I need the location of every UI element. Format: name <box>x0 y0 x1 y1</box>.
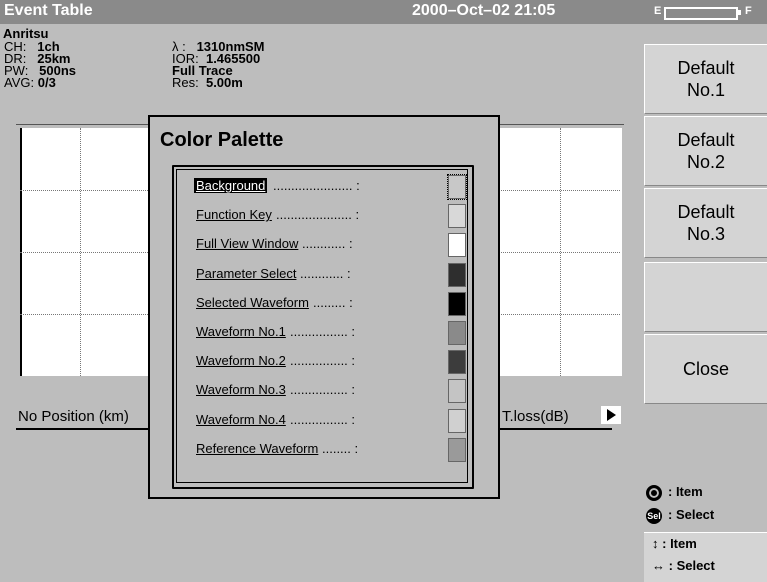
color-swatch[interactable] <box>448 291 466 316</box>
dialog-title: Color Palette <box>160 129 284 151</box>
color-swatch[interactable] <box>448 437 466 462</box>
left-right-arrow-icon: ↔ <box>652 558 665 573</box>
color-swatch[interactable] <box>448 408 466 433</box>
battery-full-label: F <box>745 5 752 17</box>
palette-row[interactable]: Waveform No.3................ : <box>196 379 466 404</box>
palette-item-leader: ............ : <box>302 236 353 252</box>
palette-row[interactable]: Function Key..................... : <box>196 204 466 229</box>
battery-nub <box>738 10 741 15</box>
softkey-label: Default No.1 <box>677 58 735 100</box>
color-swatch[interactable] <box>448 321 466 345</box>
palette-item-label: Full View Window <box>196 236 299 252</box>
softkey-label: Default No.3 <box>677 202 735 244</box>
palette-item-label: Selected Waveform <box>196 294 309 310</box>
palette-item-leader: ................ : <box>290 324 356 339</box>
palette-item-leader: ........ : <box>322 440 359 456</box>
hint-leftright: ↔ : Select <box>652 558 715 573</box>
rotary-knob-icon <box>646 484 662 501</box>
palette-row[interactable]: Waveform No.4................ : <box>196 408 466 433</box>
palette-item-leader: ................ : <box>290 382 356 398</box>
palette-item-leader: ............ : <box>300 265 351 281</box>
color-swatch[interactable] <box>448 350 466 375</box>
column-no-position: No Position (km) <box>18 408 129 425</box>
palette-row[interactable]: Background ...................... : <box>194 174 467 200</box>
scroll-right-button[interactable] <box>601 406 621 424</box>
legend-item: : Item <box>646 484 703 501</box>
params-right: λ : 1310nmSM IOR: 1.465500 Full Trace Re… <box>172 40 372 90</box>
softkey-label: Close <box>682 359 730 379</box>
color-swatch[interactable] <box>448 379 466 404</box>
battery-indicator: E F <box>654 5 754 20</box>
battery-empty-label: E <box>654 5 662 17</box>
up-down-arrow-icon: ↕ <box>652 536 659 551</box>
triangle-right-icon <box>607 409 616 421</box>
palette-item-label: Waveform No.2 <box>196 353 286 369</box>
title-bar: Event Table 2000–Oct–02 21:05 E F <box>0 0 767 24</box>
hint-updown: ↕ : Item <box>652 536 697 551</box>
palette-row[interactable]: Selected Waveform......... : <box>196 291 466 316</box>
palette-row[interactable]: Parameter Select............ : <box>196 262 466 287</box>
color-swatch[interactable] <box>447 174 467 200</box>
palette-row[interactable]: Full View Window............ : <box>196 233 466 258</box>
color-swatch[interactable] <box>448 262 466 287</box>
palette-item-leader: ..................... : <box>276 207 360 223</box>
res-label: Res: <box>172 75 199 90</box>
hint-updown-text: : Item <box>662 536 697 551</box>
palette-item-leader: ...................... : <box>273 178 360 193</box>
palette-item-label: Waveform No.4 <box>196 411 286 427</box>
avg-label: AVG: <box>4 75 35 90</box>
palette-item-label: Function Key <box>196 207 272 223</box>
softkey-label: Default No.2 <box>677 130 735 172</box>
palette-row[interactable]: Waveform No.1 ................ : <box>196 321 466 345</box>
color-swatch[interactable] <box>448 233 466 258</box>
avg-value: 0/3 <box>37 75 56 90</box>
legend-select: Sel : Select <box>646 507 714 524</box>
battery-icon <box>664 7 738 20</box>
window-title: Event Table <box>4 2 93 19</box>
res-value: 5.00m <box>205 75 243 90</box>
palette-row[interactable]: Reference Waveform........ : <box>196 437 466 462</box>
default-no2-button[interactable]: Default No.2 <box>644 116 767 186</box>
palette-item-leader: ................ : <box>290 411 356 427</box>
palette-item-label: Waveform No.3 <box>196 382 286 398</box>
legend-item-text: : Item <box>668 484 703 499</box>
palette-item-leader: ......... : <box>313 294 353 310</box>
palette-item-label: Reference Waveform <box>196 440 319 456</box>
blank-softkey[interactable] <box>644 262 767 332</box>
params-left: CH: 1ch DR: 25km PW: 500ns AVG: 0/3 <box>4 40 144 90</box>
sel-key-icon: Sel <box>646 507 662 524</box>
close-button[interactable]: Close <box>644 334 767 404</box>
palette-row[interactable]: Waveform No.2................ : <box>196 350 466 375</box>
palette-item-label: Background <box>194 178 268 193</box>
palette-item-leader: ................ : <box>290 353 356 369</box>
column-tloss: T.loss(dB) <box>502 408 569 425</box>
color-palette-dialog: Color Palette Background................… <box>148 115 500 499</box>
color-swatch[interactable] <box>448 204 466 229</box>
default-no1-button[interactable]: Default No.1 <box>644 44 767 114</box>
palette-item-label: Waveform No.1 <box>196 324 286 339</box>
legend-select-text: : Select <box>668 507 715 522</box>
hint-leftright-text: : Select <box>668 558 715 573</box>
palette-item-label: Parameter Select <box>196 265 297 281</box>
default-no3-button[interactable]: Default No.3 <box>644 188 767 258</box>
datetime: 2000–Oct–02 21:05 <box>412 2 556 19</box>
